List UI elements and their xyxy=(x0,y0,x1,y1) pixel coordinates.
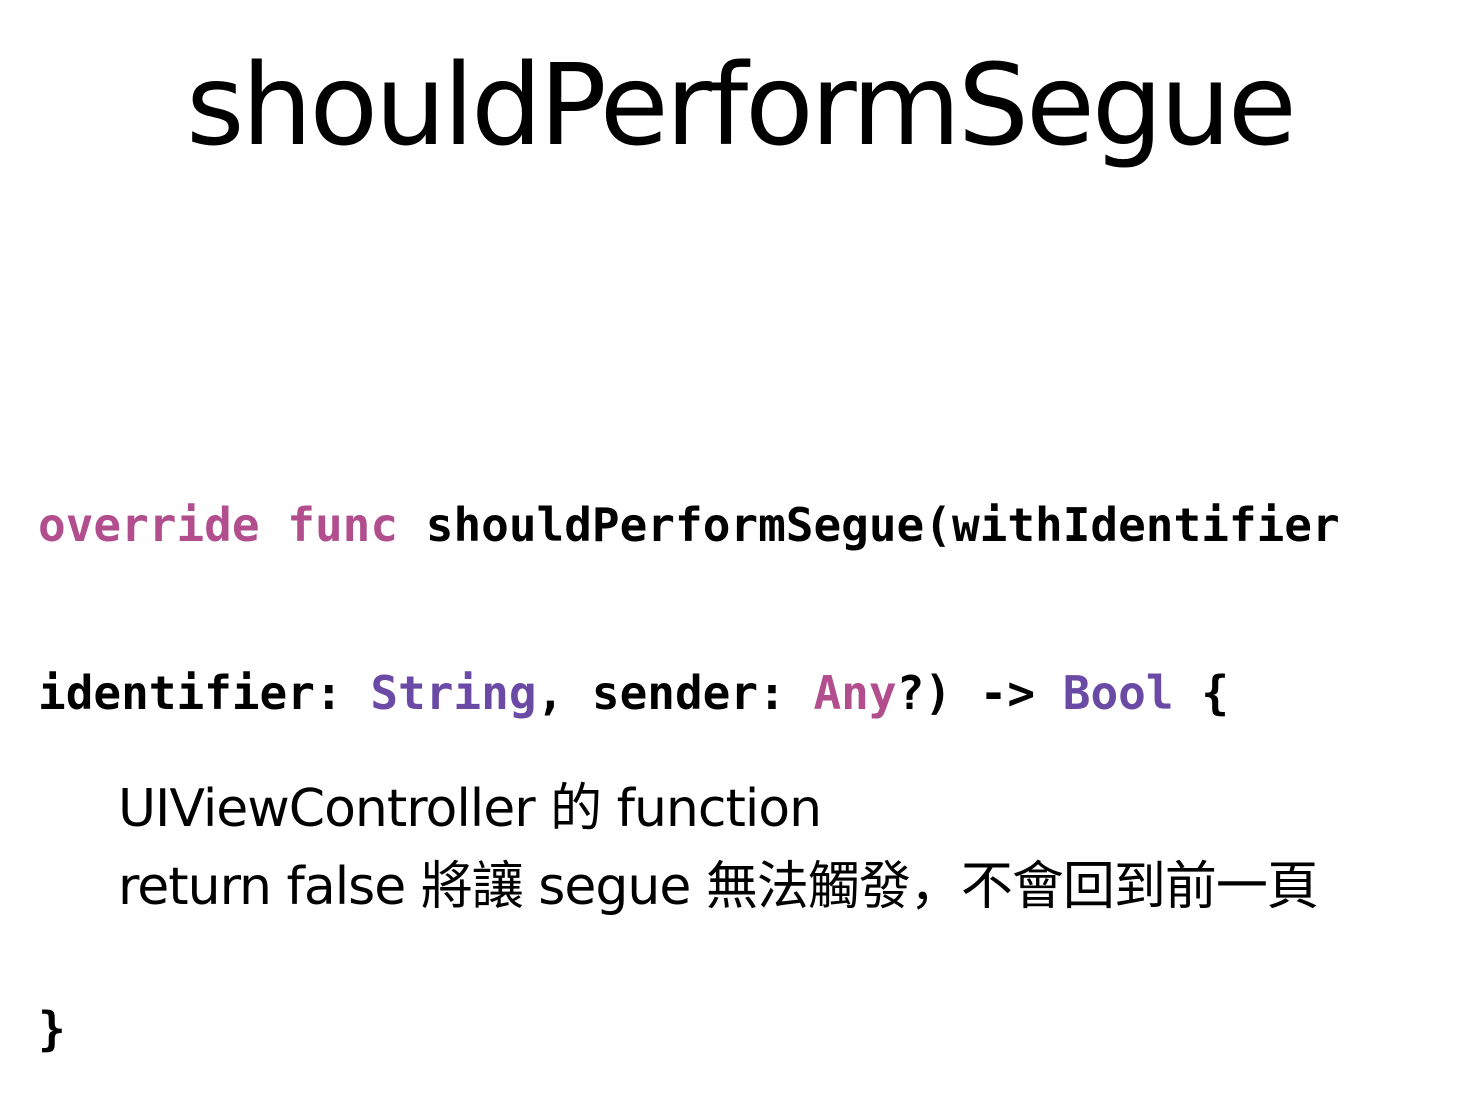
code-block: override func shouldPerformSegue(withIde… xyxy=(38,385,1340,1113)
keyword-func: func xyxy=(287,498,399,552)
close-brace: } xyxy=(38,1002,66,1056)
code-line-2: identifier: String, sender: Any?) -> Boo… xyxy=(38,665,1340,721)
code-line-4: } xyxy=(38,1001,1340,1057)
param-sender: , sender: xyxy=(536,666,786,720)
type-bool: Bool xyxy=(1062,666,1174,720)
caption-line-2: return false 將讓 segue 無法觸發，不會回到前一頁 xyxy=(118,857,1319,917)
function-signature: shouldPerformSegue(withIdentifier xyxy=(425,498,1340,552)
caption-line-1: UIViewController 的 function xyxy=(118,779,822,839)
param-identifier: identifier: xyxy=(38,666,343,720)
return-arrow: ?) -> xyxy=(896,666,1036,720)
slide-title: shouldPerformSegue xyxy=(186,41,1297,171)
type-any: Any xyxy=(813,666,897,720)
caption: UIViewController 的 function return false… xyxy=(118,770,1319,926)
open-brace: { xyxy=(1201,666,1229,720)
keyword-override: override xyxy=(38,498,260,552)
code-line-1: override func shouldPerformSegue(withIde… xyxy=(38,497,1340,553)
type-string: String xyxy=(370,666,537,720)
